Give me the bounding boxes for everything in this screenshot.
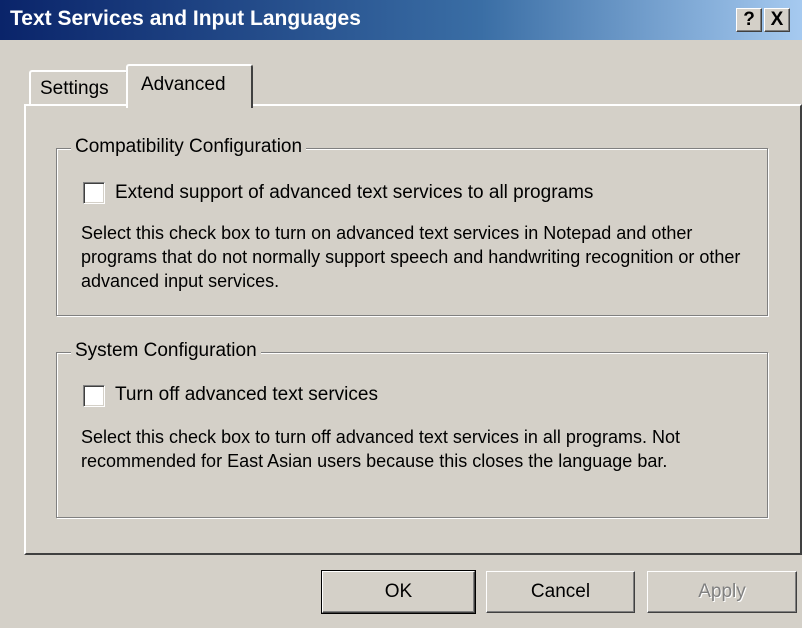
ok-button[interactable]: OK — [321, 570, 476, 614]
close-button[interactable]: X — [764, 8, 790, 32]
apply-button: Apply — [647, 571, 797, 613]
title-bar[interactable]: Text Services and Input Languages ? X — [0, 0, 802, 40]
compatibility-configuration-group: Compatibility Configuration Extend suppo… — [56, 136, 768, 316]
window-title: Text Services and Input Languages — [10, 7, 361, 30]
tab-advanced[interactable]: Advanced — [126, 64, 253, 108]
group-legend: Compatibility Configuration — [71, 136, 307, 158]
cancel-button[interactable]: Cancel — [486, 571, 635, 613]
compatibility-description: Select this check box to turn on advance… — [81, 223, 741, 291]
system-configuration-group: System Configuration Turn off advanced t… — [56, 340, 768, 518]
tab-advanced-label: Advanced — [141, 74, 226, 95]
dialog-window: Text Services and Input Languages ? X Se… — [0, 0, 802, 628]
help-icon: ? — [743, 9, 755, 30]
system-description: Select this check box to turn off advanc… — [81, 427, 680, 471]
close-icon: X — [770, 9, 784, 30]
help-button[interactable]: ? — [736, 8, 762, 32]
turn-off-services-label[interactable]: Turn off advanced text services — [115, 384, 378, 406]
tab-settings[interactable]: Settings — [29, 70, 128, 105]
tab-settings-label: Settings — [40, 78, 109, 99]
tab-panel-advanced: Compatibility Configuration Extend suppo… — [24, 104, 802, 555]
turn-off-services-checkbox[interactable] — [83, 385, 105, 407]
extend-support-label[interactable]: Extend support of advanced text services… — [115, 182, 593, 204]
group-legend: System Configuration — [71, 340, 261, 362]
extend-support-checkbox[interactable] — [83, 182, 105, 204]
